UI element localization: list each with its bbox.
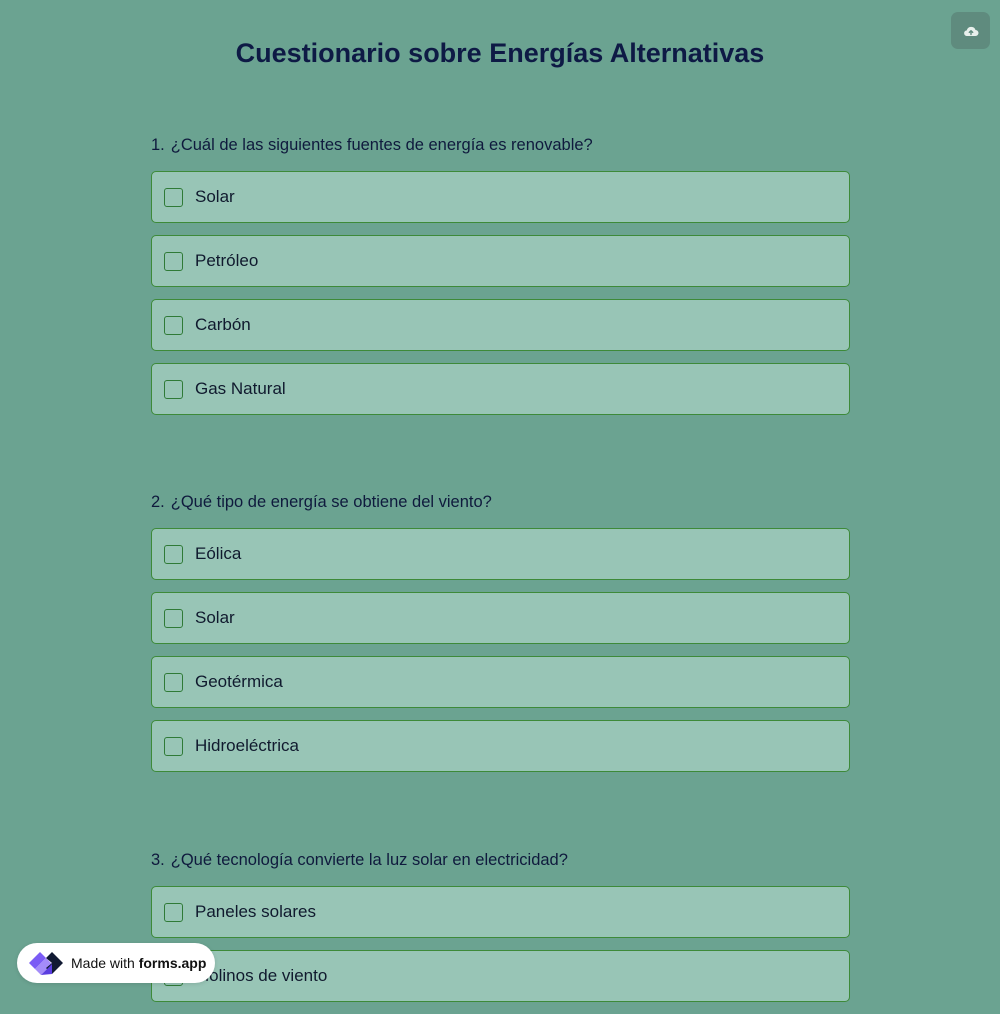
- option-label: Molinos de viento: [195, 966, 328, 985]
- option-solar[interactable]: Solar: [151, 592, 850, 644]
- made-with-forms-app-badge[interactable]: Made with forms.app: [17, 943, 215, 983]
- question-3: 3. ¿Qué tecnología convierte la luz solar…: [151, 848, 850, 1014]
- question-number: 1.: [151, 136, 165, 154]
- question-title: 2. ¿Qué tipo de energía se obtiene del vi…: [151, 490, 850, 514]
- checkbox[interactable]: [164, 187, 183, 207]
- question-number: 2.: [151, 493, 165, 511]
- checkbox[interactable]: [164, 608, 183, 628]
- page-title: Cuestionario sobre Energías Alternativas: [235, 38, 765, 68]
- option-geotermica[interactable]: Geotérmica: [151, 656, 850, 708]
- checkbox[interactable]: [164, 672, 183, 692]
- option-carbon[interactable]: Carbón: [151, 299, 850, 351]
- cloud-upload-icon: [963, 26, 978, 36]
- option-solar[interactable]: Solar: [151, 171, 850, 223]
- question-number: 3.: [151, 851, 165, 869]
- badge-prefix: Made with: [71, 955, 135, 971]
- badge-brand: forms.app: [138, 955, 207, 971]
- checkbox[interactable]: [164, 251, 183, 271]
- option-label: Paneles solares: [195, 902, 316, 921]
- option-label: Solar: [195, 187, 235, 206]
- question-title: 3. ¿Qué tecnología convierte la luz solar…: [151, 848, 850, 872]
- checkbox[interactable]: [164, 902, 183, 922]
- option-label: Gas Natural: [195, 379, 286, 398]
- option-gas-natural[interactable]: Gas Natural: [151, 363, 850, 415]
- option-eolica[interactable]: Eólica: [151, 528, 850, 580]
- option-label: Geotérmica: [195, 672, 283, 691]
- option-petroleo[interactable]: Petróleo: [151, 235, 850, 287]
- option-hidroelectrica[interactable]: Hidroeléctrica: [151, 720, 850, 772]
- question-title: 1. ¿Cuál de las siguientes fuentes de ene…: [151, 133, 850, 157]
- option-label: Petróleo: [195, 251, 259, 270]
- forms-app-logo-icon: [29, 952, 63, 975]
- option-label: Eólica: [195, 544, 242, 563]
- checkbox[interactable]: [164, 315, 183, 335]
- option-paneles-solares[interactable]: Paneles solares: [151, 886, 850, 938]
- option-label: Carbón: [195, 315, 251, 334]
- option-label: Solar: [195, 608, 235, 627]
- question-text: ¿Cuál de las siguientes fuentes de energ…: [170, 136, 593, 154]
- option-molinos-de-viento[interactable]: Molinos de viento: [151, 950, 850, 1002]
- question-text: ¿Qué tecnología convierte la luz solar e…: [170, 851, 568, 869]
- question-text: ¿Qué tipo de energía se obtiene del vien…: [170, 493, 492, 511]
- checkbox[interactable]: [164, 736, 183, 756]
- question-1: 1. ¿Cuál de las siguientes fuentes de ene…: [151, 133, 850, 427]
- checkbox[interactable]: [164, 544, 183, 564]
- checkbox[interactable]: [164, 379, 183, 399]
- option-label: Hidroeléctrica: [195, 736, 299, 755]
- save-progress-button[interactable]: [951, 12, 990, 49]
- question-2: 2. ¿Qué tipo de energía se obtiene del vi…: [151, 490, 850, 784]
